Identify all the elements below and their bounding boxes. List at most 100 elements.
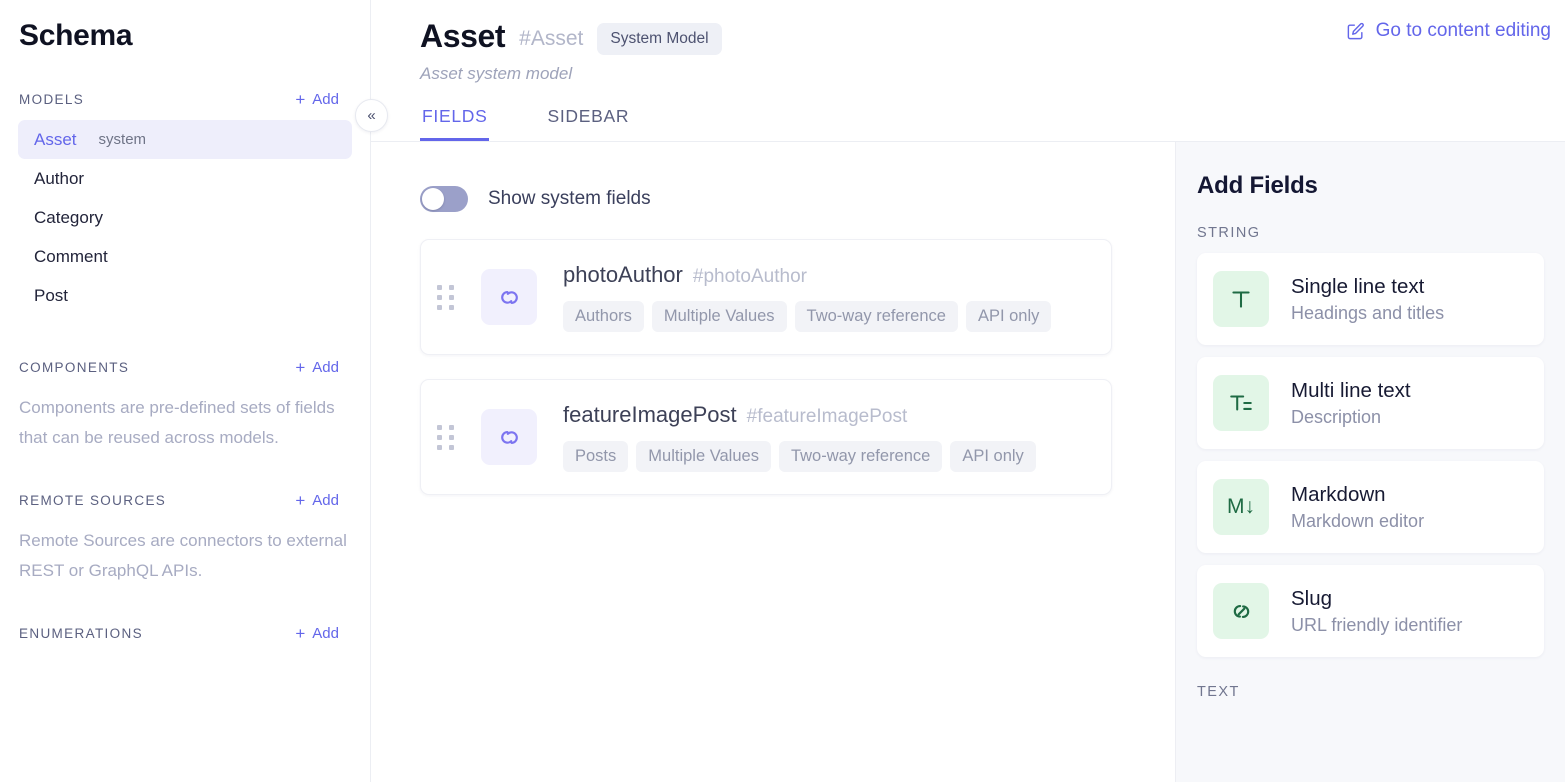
- section-header-components: COMPONENTS + Add: [18, 359, 352, 376]
- plus-icon: +: [295, 490, 306, 510]
- schema-sidebar: Schema MODELS + Add Asset system Author …: [0, 0, 371, 782]
- sidebar-item-comment[interactable]: Comment: [18, 237, 352, 276]
- field-tags: Authors Multiple Values Two-way referenc…: [563, 301, 1063, 332]
- field-card-featureimagepost[interactable]: featureImagePost #featureImagePost Posts…: [420, 379, 1112, 495]
- field-name: photoAuthor: [563, 262, 683, 287]
- field-api-id: #photoAuthor: [692, 266, 807, 287]
- tab-sidebar[interactable]: SIDEBAR: [545, 106, 631, 141]
- model-system-badge: system: [98, 131, 147, 148]
- add-model-button[interactable]: + Add: [295, 91, 339, 108]
- field-tag: Multiple Values: [651, 301, 787, 332]
- dot: [449, 424, 454, 430]
- schema-editor-app: Schema MODELS + Add Asset system Author …: [0, 0, 1565, 782]
- show-system-fields-toggle[interactable]: [420, 186, 468, 212]
- section-header-enumerations: ENUMERATIONS + Add: [18, 625, 352, 642]
- dot: [437, 304, 442, 310]
- field-tag: API only: [950, 441, 1036, 472]
- field-api-id: #featureImagePost: [746, 406, 908, 427]
- field-tags: Posts Multiple Values Two-way reference …: [563, 441, 1063, 472]
- model-name: Comment: [34, 246, 108, 266]
- section-label-components: COMPONENTS: [19, 360, 130, 375]
- field-tag: Two-way reference: [794, 301, 958, 332]
- slug-link-icon: [1213, 583, 1269, 639]
- field-type-icon-container: [481, 409, 537, 465]
- field-name-row: photoAuthor #photoAuthor: [563, 262, 1093, 288]
- sidebar-item-post[interactable]: Post: [18, 276, 352, 315]
- dot: [437, 294, 442, 300]
- collapse-sidebar-button[interactable]: «: [355, 99, 388, 132]
- field-group-label-text: TEXT: [1197, 684, 1240, 700]
- field-type-name: Single line text: [1291, 274, 1425, 298]
- section-label-models: MODELS: [19, 92, 85, 107]
- fields-list-area: Show system fields photoAuthor #photoAut…: [371, 142, 1175, 782]
- dot: [437, 424, 442, 430]
- plus-icon: +: [295, 90, 306, 109]
- toggle-knob: [422, 188, 444, 210]
- dot: [449, 444, 454, 450]
- section-label-enumerations: ENUMERATIONS: [19, 625, 143, 641]
- sidebar-item-category[interactable]: Category: [18, 198, 352, 237]
- field-type-name: Multi line text: [1291, 378, 1411, 402]
- field-type-multi-line-text[interactable]: Multi line text Description: [1197, 357, 1544, 449]
- plus-icon: +: [295, 358, 306, 377]
- model-list: Asset system Author Category Comment Pos…: [18, 120, 352, 315]
- add-fields-title: Add Fields: [1197, 172, 1318, 199]
- sidebar-item-author[interactable]: Author: [18, 159, 352, 198]
- field-type-info: Slug URL friendly identifier: [1291, 587, 1462, 636]
- model-subtitle: Asset system model: [420, 64, 573, 83]
- chevron-double-left-icon: «: [367, 107, 376, 124]
- drag-handle-icon[interactable]: [437, 284, 455, 310]
- tab-fields[interactable]: FIELDS: [420, 106, 490, 141]
- model-name: Category: [34, 207, 103, 227]
- field-tag: Authors: [563, 301, 644, 332]
- dot: [449, 284, 454, 290]
- field-type-description: Description: [1291, 406, 1382, 427]
- field-type-description: URL friendly identifier: [1291, 614, 1463, 635]
- model-name: Author: [34, 168, 85, 188]
- markdown-icon: M↓: [1213, 479, 1269, 535]
- dot: [449, 434, 454, 440]
- page-title: Schema: [19, 19, 133, 52]
- section-label-remote-sources: REMOTE SOURCES: [19, 492, 167, 508]
- field-type-slug[interactable]: Slug URL friendly identifier: [1197, 565, 1544, 657]
- add-remote-source-button[interactable]: + Add: [295, 492, 339, 509]
- components-description: Components are pre-defined sets of field…: [19, 398, 335, 448]
- field-type-description: Markdown editor: [1291, 510, 1425, 531]
- add-fields-panel: Add Fields STRING Single line text Headi…: [1175, 142, 1565, 782]
- model-name: Asset: [34, 129, 77, 149]
- model-api-id: #Asset: [519, 26, 584, 50]
- edit-square-icon: [1347, 22, 1364, 39]
- field-type-name: Markdown: [1291, 482, 1386, 506]
- show-system-fields-label: Show system fields: [488, 188, 651, 209]
- dot: [437, 284, 442, 290]
- section-header-models: MODELS + Add: [18, 91, 352, 108]
- model-tabs: FIELDS SIDEBAR: [371, 106, 1565, 142]
- go-to-content-editing-link[interactable]: Go to content editing: [1346, 20, 1551, 42]
- dot: [437, 444, 442, 450]
- sidebar-item-asset[interactable]: Asset system: [18, 120, 352, 159]
- field-name-row: featureImagePost #featureImagePost: [563, 402, 1093, 428]
- field-type-info: Markdown Markdown editor: [1291, 483, 1424, 532]
- field-type-single-line-text[interactable]: Single line text Headings and titles: [1197, 253, 1544, 345]
- go-to-content-editing-label: Go to content editing: [1375, 20, 1551, 41]
- add-model-label: Add: [312, 91, 339, 108]
- add-enumeration-button[interactable]: + Add: [295, 625, 339, 642]
- field-type-description: Headings and titles: [1291, 302, 1445, 323]
- field-tag: API only: [965, 301, 1052, 332]
- add-component-button[interactable]: + Add: [295, 359, 339, 376]
- field-group-label-string: STRING: [1197, 225, 1261, 241]
- multi-line-text-icon: [1213, 375, 1269, 431]
- field-type-markdown[interactable]: M↓ Markdown Markdown editor: [1197, 461, 1544, 553]
- drag-handle-icon[interactable]: [437, 424, 455, 450]
- plus-icon: +: [295, 623, 306, 643]
- dot: [449, 294, 454, 300]
- link-icon: [500, 290, 518, 304]
- field-card-photoauthor[interactable]: photoAuthor #photoAuthor Authors Multipl…: [420, 239, 1112, 355]
- dot: [437, 434, 442, 440]
- field-tag: Posts: [563, 441, 629, 472]
- field-tag: Two-way reference: [778, 441, 943, 472]
- field-type-icon-container: [481, 269, 537, 325]
- model-header: Asset #Asset System Model Asset system m…: [371, 0, 1565, 84]
- model-name: Post: [34, 285, 69, 305]
- field-type-name: Slug: [1291, 586, 1333, 610]
